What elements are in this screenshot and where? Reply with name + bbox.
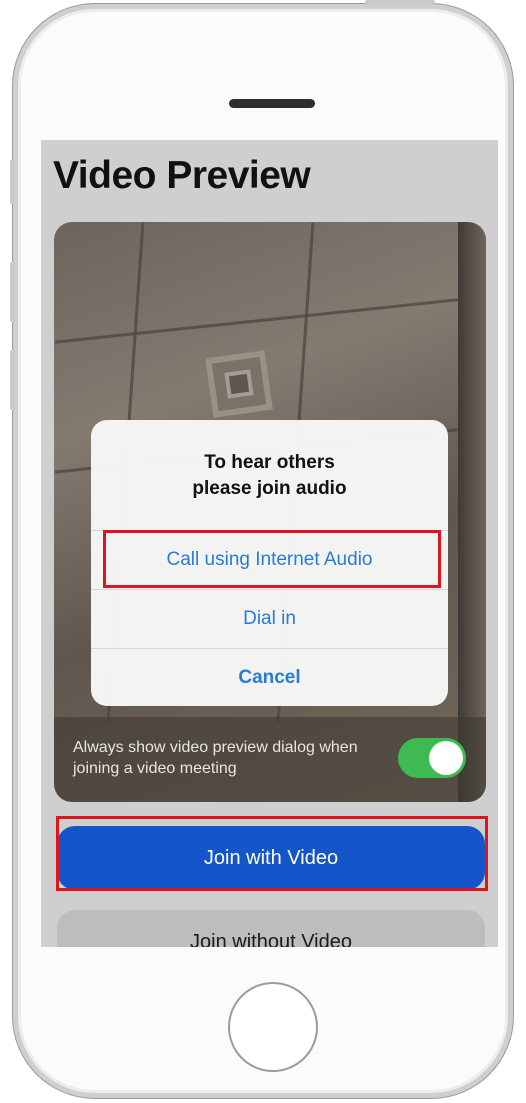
toggle-knob (429, 741, 463, 775)
cancel-option[interactable]: Cancel (91, 648, 448, 706)
dialog-title: To hear others please join audio (91, 450, 448, 502)
dialog-title-line-1: To hear others (204, 452, 335, 473)
ceiling-vent (205, 350, 273, 418)
preview-setting-toggle[interactable] (398, 738, 466, 778)
page-title: Video Preview (53, 154, 311, 197)
home-button-icon[interactable] (228, 982, 318, 1072)
wall-edge (458, 222, 486, 802)
silent-switch (10, 160, 15, 204)
join-without-video-button[interactable]: Join without Video (57, 910, 485, 947)
screen: Video Preview Always show video preview … (41, 140, 498, 947)
preview-setting-label: Always show video preview dialog when jo… (73, 739, 358, 777)
volume-up-button (10, 262, 15, 322)
dial-in-option[interactable]: Dial in (91, 589, 448, 648)
power-button (365, 0, 435, 5)
volume-down-button (10, 350, 15, 410)
preview-setting-row: Always show video preview dialog when jo… (54, 717, 486, 802)
join-audio-dialog: To hear others please join audio Call us… (91, 420, 448, 706)
highlight-box-join-video (56, 816, 488, 891)
highlight-box-internet-audio (103, 530, 441, 588)
ceiling-tile-line (55, 295, 485, 344)
speaker-grille-icon (229, 99, 315, 108)
dialog-title-line-2: please join audio (192, 478, 347, 499)
